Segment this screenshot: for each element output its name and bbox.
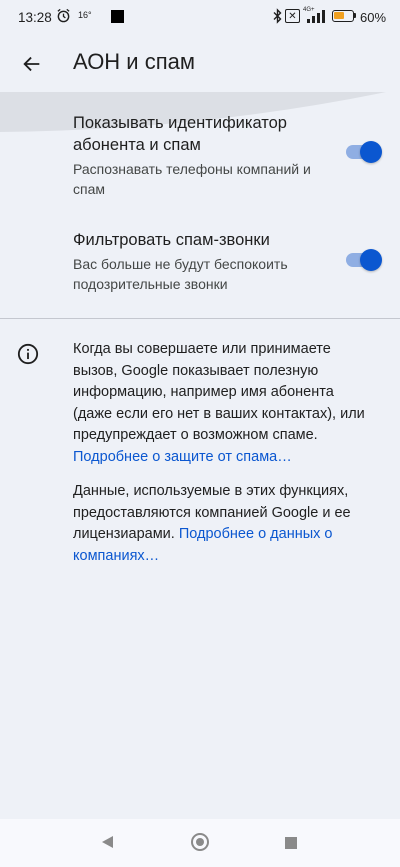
setting-spam-filter[interactable]: Фильтровать спам-звонки Вас больше не бу… — [0, 229, 400, 293]
status-time: 13:28 — [18, 10, 52, 25]
battery-icon — [332, 10, 354, 22]
setting-caller-id[interactable]: Показывать идентификатор абонента и спам… — [0, 112, 400, 199]
battery-tip — [354, 13, 356, 18]
alarm-icon — [57, 8, 70, 23]
sim-icon: ✕ — [285, 9, 300, 23]
app-bar: АОН и спам — [0, 36, 400, 92]
info-paragraph-data: Данные, используемые в этих функциях, пр… — [73, 481, 373, 567]
divider — [0, 318, 400, 319]
setting-caller-id-title: Показывать идентификатор абонента и спам — [73, 114, 287, 154]
learn-more-spam-link[interactable]: Подробнее о защите от спама… — [73, 449, 292, 465]
nav-back-icon[interactable] — [102, 836, 113, 848]
back-button[interactable] — [12, 44, 52, 84]
info-icon — [17, 343, 39, 365]
toggle-thumb — [360, 141, 382, 163]
battery-percent: 60% — [360, 10, 387, 25]
setting-caller-id-text: Показывать идентификатор абонента и спам… — [73, 112, 323, 199]
setting-spam-filter-text: Фильтровать спам-звонки Вас больше не бу… — [73, 229, 323, 294]
caller-id-toggle[interactable] — [346, 140, 382, 164]
setting-caller-id-summary: Распознавать телефоны компаний и спам — [73, 161, 311, 197]
nav-home-dot — [196, 838, 204, 846]
setting-spam-filter-summary: Вас больше не будут беспокоить подозрите… — [73, 256, 288, 292]
nav-home-icon[interactable] — [191, 833, 209, 851]
battery-fill — [334, 12, 344, 19]
spam-filter-toggle[interactable] — [346, 248, 382, 272]
arrow-back-icon — [23, 56, 40, 72]
toggle-thumb — [360, 249, 382, 271]
status-temperature: 16° — [78, 10, 92, 20]
bluetooth-icon — [273, 8, 282, 24]
system-nav-bar — [0, 819, 400, 867]
info-paragraph-spam: Когда вы совершаете или принимаете вызов… — [73, 339, 373, 468]
info-text-spam: Когда вы совершаете или принимаете вызов… — [73, 341, 365, 443]
notification-icon — [111, 10, 124, 23]
signal-icon — [307, 10, 325, 23]
nav-recents-icon[interactable] — [285, 837, 297, 849]
setting-spam-filter-title: Фильтровать спам-звонки — [73, 231, 270, 249]
page-title: АОН и спам — [73, 49, 195, 74]
status-bar: 13:28 16° ✕ 4G+ 60% — [0, 0, 400, 36]
